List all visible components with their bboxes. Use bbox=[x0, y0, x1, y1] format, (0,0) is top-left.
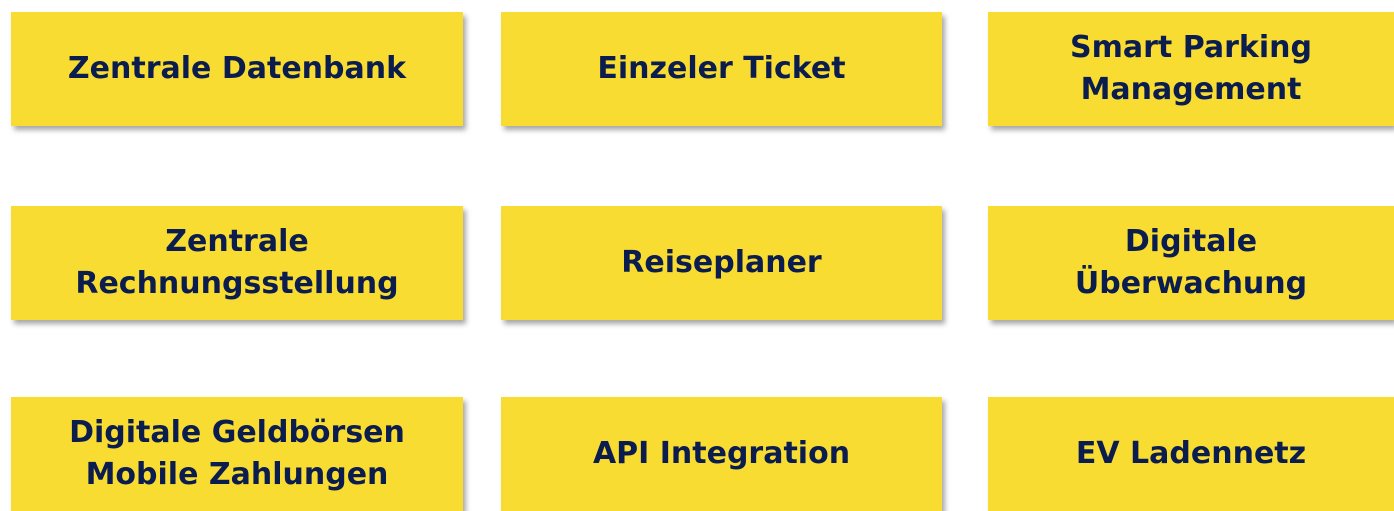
tile-label-line: Zentrale bbox=[165, 224, 309, 259]
tile-api-integration: API Integration bbox=[501, 397, 942, 511]
tile-label: EV Ladennetz bbox=[1076, 433, 1306, 475]
tile-label: Smart Parking Management bbox=[1070, 27, 1312, 111]
tile-zentrale-datenbank: Zentrale Datenbank bbox=[11, 12, 463, 126]
tile-label-line: EV Ladennetz bbox=[1075, 436, 1307, 471]
tile-label: Digitale Überwachung bbox=[1075, 221, 1307, 305]
tile-label: Zentrale Rechnungsstellung bbox=[75, 221, 398, 305]
tile-digitale-geldboersen: Digitale Geldbörsen Mobile Zahlungen bbox=[11, 397, 463, 511]
tile-label-line: Digitale bbox=[1124, 224, 1258, 259]
tile-label-line: Digitale Geldbörsen bbox=[69, 415, 405, 450]
tile-reiseplaner: Reiseplaner bbox=[501, 206, 942, 320]
tile-label-line: Überwachung bbox=[1074, 266, 1308, 301]
tile-digitale-ueberwachung: Digitale Überwachung bbox=[988, 206, 1394, 320]
tile-label-line: Zentrale Datenbank bbox=[67, 51, 407, 86]
tile-ev-ladennetz: EV Ladennetz bbox=[988, 397, 1394, 511]
tile-label-line: Management bbox=[1080, 72, 1302, 107]
tile-label-line: Rechnungsstellung bbox=[75, 266, 399, 301]
tile-label-line: Einzeler Ticket bbox=[597, 51, 846, 86]
tile-label: Einzeler Ticket bbox=[597, 48, 845, 90]
tile-label: Zentrale Datenbank bbox=[68, 48, 406, 90]
tile-label-line: Reiseplaner bbox=[621, 245, 822, 280]
tile-label-line: Smart Parking bbox=[1070, 30, 1312, 65]
tile-label-line: Mobile Zahlungen bbox=[85, 457, 389, 492]
tile-label-line: API Integration bbox=[592, 436, 851, 471]
tile-zentrale-rechnungsstellung: Zentrale Rechnungsstellung bbox=[11, 206, 463, 320]
tile-label: Digitale Geldbörsen Mobile Zahlungen bbox=[69, 412, 405, 496]
tile-label: Reiseplaner bbox=[621, 242, 821, 284]
tile-label: API Integration bbox=[593, 433, 850, 475]
tile-einzeler-ticket: Einzeler Ticket bbox=[501, 12, 942, 126]
tile-smart-parking-management: Smart Parking Management bbox=[988, 12, 1394, 126]
